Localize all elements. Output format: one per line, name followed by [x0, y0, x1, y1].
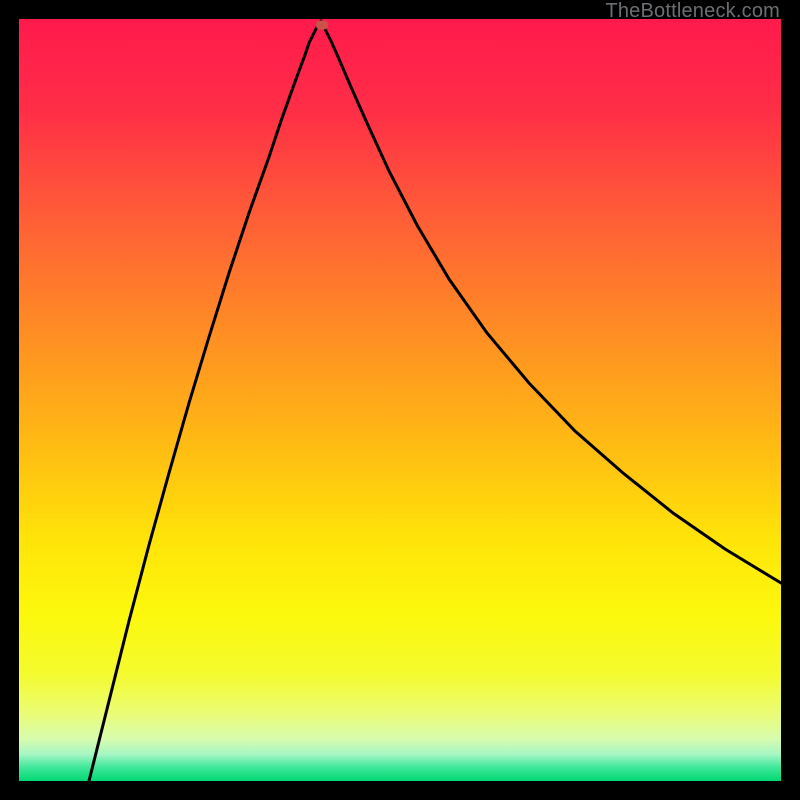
chart-frame	[19, 19, 781, 781]
curve-left-branch	[89, 21, 321, 781]
curve-right-branch	[321, 21, 781, 583]
watermark-label: TheBottleneck.com	[605, 0, 780, 23]
bottleneck-curve	[19, 19, 781, 781]
vertex-marker	[316, 21, 328, 30]
